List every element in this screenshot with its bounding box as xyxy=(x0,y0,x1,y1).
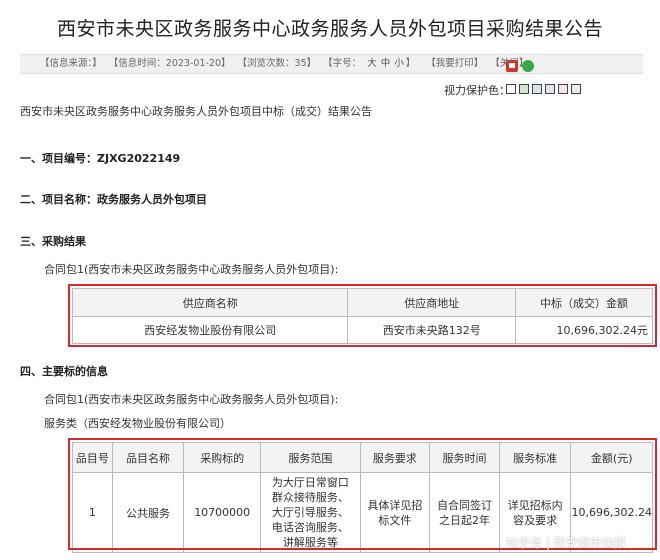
font-size-label: 【字号：大中小】 xyxy=(323,58,416,69)
page-title: 西安市未央区政务服务中心政务服务人员外包项目采购结果公告 xyxy=(56,18,603,40)
vision-swatch[interactable] xyxy=(571,84,581,94)
section-main-subject: 四、主要标的信息 xyxy=(20,365,108,378)
print-icon[interactable] xyxy=(506,59,518,72)
service-type: 服务类（西安经发物业股份有限公司） xyxy=(44,417,231,430)
intro-text: 西安市未央区政务服务中心政务服务人员外包项目中标（成交）结果公告 xyxy=(20,105,372,118)
package-label-2: 合同包1(西安市未央区政务服务中心政务服务人员外包项目): xyxy=(44,393,339,406)
vision-swatch[interactable] xyxy=(558,84,568,94)
font-small-link[interactable]: 小 xyxy=(394,58,404,69)
section-project-number: 一、项目编号：ZJXG2022149 xyxy=(20,152,181,165)
wechat-icon[interactable] xyxy=(522,59,534,72)
vision-swatch[interactable] xyxy=(532,84,542,94)
highlight-box xyxy=(68,284,657,347)
section-procurement-result: 三、采购结果 xyxy=(20,235,86,248)
info-bar: 【信息来源：】 【信息时间：2023-01-20】 【浏览次数：35】 【字号：… xyxy=(20,54,643,74)
vision-swatch[interactable] xyxy=(519,84,529,94)
vision-swatch[interactable] xyxy=(506,84,516,94)
info-date: 【信息时间：2023-01-20】 xyxy=(108,58,231,69)
package-label: 合同包1(西安市未央区政务服务中心政务服务人员外包项目): xyxy=(44,263,339,276)
font-large-link[interactable]: 大 xyxy=(367,58,377,69)
vision-swatch[interactable] xyxy=(545,84,555,94)
font-medium-link[interactable]: 中 xyxy=(381,58,391,69)
info-views: 【浏览次数：35】 xyxy=(237,58,317,69)
share-icons xyxy=(506,57,538,75)
info-source: 【信息来源：】 xyxy=(40,58,102,69)
vision-swatches xyxy=(506,82,584,95)
watermark-text: 知乎号 | 西安都市快报 xyxy=(506,536,626,550)
section-project-name: 二、项目名称：政务服务人员外包项目 xyxy=(20,193,207,206)
print-link[interactable]: 【我要打印】 xyxy=(426,58,483,69)
vision-label: 视力保护色： xyxy=(444,84,510,97)
